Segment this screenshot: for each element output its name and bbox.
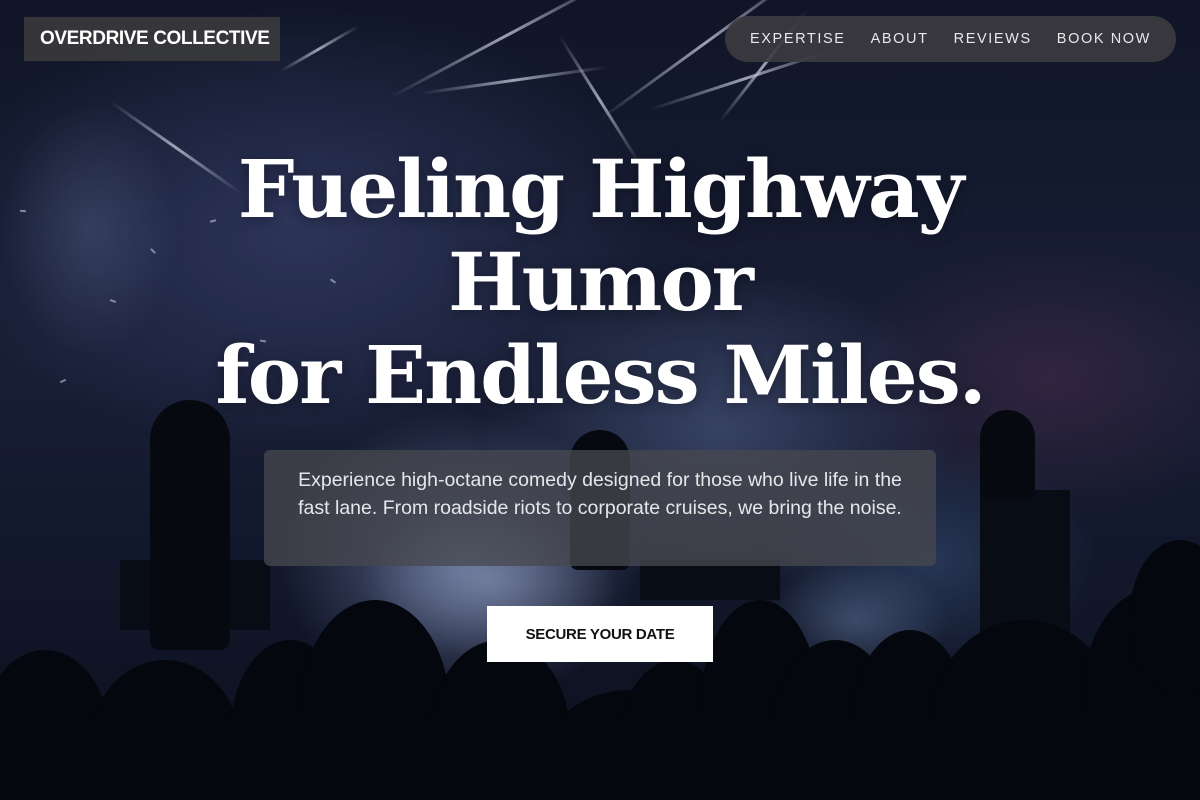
headline-line-2: Humor: [448, 235, 754, 329]
hero-headline: Fueling Highway Humor for Endless Miles.: [0, 143, 1200, 422]
headline-line-1: Fueling Highway: [237, 142, 964, 236]
hero-section: OVERDRIVE COLLECTIVE EXPERTISE ABOUT REV…: [0, 0, 1200, 800]
secure-date-button[interactable]: SECURE YOUR DATE: [487, 606, 713, 662]
main-nav: EXPERTISE ABOUT REVIEWS BOOK NOW: [725, 16, 1176, 62]
nav-item-book-now[interactable]: BOOK NOW: [1057, 31, 1151, 47]
headline-line-3: for Endless Miles.: [215, 328, 986, 422]
brand-logo[interactable]: OVERDRIVE COLLECTIVE: [24, 17, 280, 61]
nav-item-about[interactable]: ABOUT: [871, 31, 929, 47]
hero-subtext: Experience high-octane comedy designed f…: [264, 450, 936, 566]
brand-name: OVERDRIVE COLLECTIVE: [40, 28, 270, 49]
nav-item-reviews[interactable]: REVIEWS: [954, 31, 1032, 47]
nav-item-expertise[interactable]: EXPERTISE: [750, 31, 846, 47]
